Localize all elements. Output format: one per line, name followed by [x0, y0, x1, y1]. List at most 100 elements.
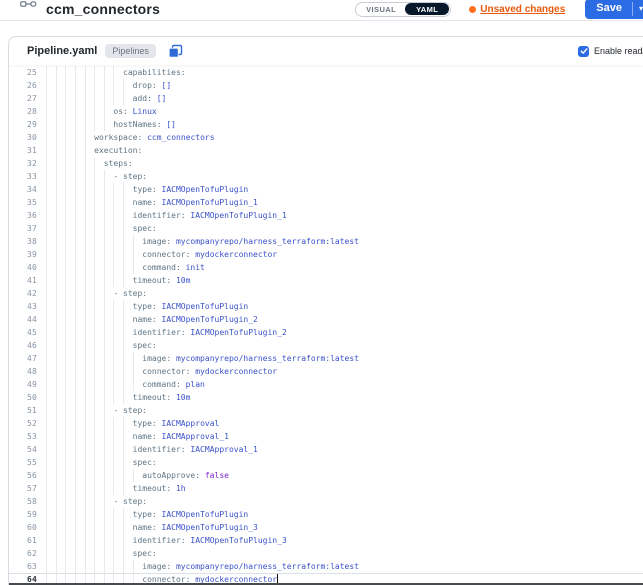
code-line[interactable]: 48connector: mydockerconnector [9, 365, 643, 378]
yaml-key: image: [142, 354, 171, 363]
tab-pipeline-yaml[interactable]: Pipeline.yaml [27, 45, 97, 57]
indent-guide [75, 378, 85, 391]
code-line[interactable]: 29hostNames: [] [9, 118, 643, 131]
save-dropdown-chevron-icon[interactable]: ▾ [633, 0, 643, 19]
indent-guide [56, 170, 66, 183]
indent-guide [133, 261, 143, 274]
indent-guide [56, 378, 66, 391]
copy-icon[interactable] [168, 44, 183, 59]
code-line[interactable]: 59type: IACMOpenTofuPlugin [9, 508, 643, 521]
indent-guide [94, 521, 104, 534]
code-line[interactable]: 53name: IACMApproval_1 [9, 430, 643, 443]
save-button[interactable]: Save [585, 0, 632, 19]
indent-guide [85, 469, 95, 482]
indent-guide [113, 339, 123, 352]
indent-guide [56, 547, 66, 560]
indent-guide [133, 235, 143, 248]
enable-read-checkbox[interactable] [578, 46, 589, 57]
code-line[interactable]: 41timeout: 10m [9, 274, 643, 287]
indent-guide [123, 521, 133, 534]
code-line[interactable]: 61identifier: IACMOpenTofuPlugin_3 [9, 534, 643, 547]
code-line[interactable]: 55spec: [9, 456, 643, 469]
indent-guide [46, 521, 56, 534]
code-line[interactable]: 27add: [] [9, 92, 643, 105]
code-line[interactable]: 38image: mycompanyrepo/harness_terraform… [9, 235, 643, 248]
line-number: 32 [9, 157, 37, 170]
yaml-key: image: [142, 237, 171, 246]
code-line[interactable]: 60name: IACMOpenTofuPlugin_3 [9, 521, 643, 534]
indent-guide [113, 417, 123, 430]
code-line[interactable]: 54identifier: IACMApproval_1 [9, 443, 643, 456]
code-line[interactable]: 34type: IACMOpenTofuPlugin [9, 183, 643, 196]
code-line[interactable]: 49command: plan [9, 378, 643, 391]
toggle-yaml[interactable]: YAML [405, 3, 449, 15]
code-line[interactable]: 44name: IACMOpenTofuPlugin_2 [9, 313, 643, 326]
yaml-value: mydockerconnector [190, 367, 277, 376]
indent-guide [75, 183, 85, 196]
code-line[interactable]: 37spec: [9, 222, 643, 235]
code-text: - step: [46, 287, 147, 300]
code-line[interactable]: 51- step: [9, 404, 643, 417]
code-line[interactable]: 31execution: [9, 144, 643, 157]
indent-guide [104, 79, 114, 92]
yaml-value: mydockerconnector [190, 250, 277, 259]
indent-guide [113, 183, 123, 196]
yaml-key: identifier: [133, 328, 186, 337]
indent-guide [123, 547, 133, 560]
indent-guide [75, 365, 85, 378]
indent-guide [123, 313, 133, 326]
indent-guide [94, 170, 104, 183]
indent-guide [123, 326, 133, 339]
code-line[interactable]: 62spec: [9, 547, 643, 560]
code-line[interactable]: 36identifier: IACMOpenTofuPlugin_1 [9, 209, 643, 222]
code-line[interactable]: 47image: mycompanyrepo/harness_terraform… [9, 352, 643, 365]
code-text: connector: mydockerconnector [46, 365, 277, 378]
indent-guide [46, 469, 56, 482]
code-lines: 25capabilities:26drop: []27add: []28os: … [9, 66, 643, 585]
code-line[interactable]: 40command: init [9, 261, 643, 274]
yaml-key: step: [123, 289, 147, 298]
indent-guide [46, 456, 56, 469]
indent-guide [46, 287, 56, 300]
code-line[interactable]: 52type: IACMApproval [9, 417, 643, 430]
line-number: 28 [9, 105, 37, 118]
indent-guide [65, 92, 75, 105]
code-line[interactable]: 45identifier: IACMOpenTofuPlugin_2 [9, 326, 643, 339]
code-line[interactable]: 39connector: mydockerconnector [9, 248, 643, 261]
line-number: 40 [9, 261, 37, 274]
indent-guide [104, 222, 114, 235]
yaml-key: add: [133, 94, 152, 103]
yaml-key: name: [133, 315, 157, 324]
code-line[interactable]: 43type: IACMOpenTofuPlugin [9, 300, 643, 313]
indent-guide [85, 157, 95, 170]
code-line[interactable]: 26drop: [] [9, 79, 643, 92]
indent-guide [46, 404, 56, 417]
code-line[interactable]: 33- step: [9, 170, 643, 183]
yaml-code-editor[interactable]: 25capabilities:26drop: []27add: []28os: … [9, 65, 643, 585]
unsaved-changes-link[interactable]: Unsaved changes [469, 4, 565, 15]
indent-guide [46, 248, 56, 261]
code-line[interactable]: 25capabilities: [9, 66, 643, 79]
indent-guide [46, 261, 56, 274]
code-line[interactable]: 58- step: [9, 495, 643, 508]
toggle-visual[interactable]: VISUAL [357, 4, 405, 15]
code-line[interactable]: 46spec: [9, 339, 643, 352]
pipeline-icon [20, 1, 37, 15]
indent-guide [65, 547, 75, 560]
yaml-key: timeout: [133, 276, 172, 285]
yaml-key: type: [133, 302, 157, 311]
code-line[interactable]: 35name: IACMOpenTofuPlugin_1 [9, 196, 643, 209]
code-line[interactable]: 50timeout: 10m [9, 391, 643, 404]
code-line[interactable]: 30workspace: ccm_connectors [9, 131, 643, 144]
code-line[interactable]: 63image: mycompanyrepo/harness_terraform… [9, 560, 643, 573]
code-line[interactable]: 56autoApprove: false [9, 469, 643, 482]
code-line[interactable]: 32steps: [9, 157, 643, 170]
indent-guide [94, 183, 104, 196]
yaml-key: os: [113, 107, 127, 116]
code-line[interactable]: 57timeout: 1h [9, 482, 643, 495]
indent-guide [85, 495, 95, 508]
indent-guide [104, 547, 114, 560]
code-line[interactable]: 42- step: [9, 287, 643, 300]
indent-guide [85, 79, 95, 92]
code-line[interactable]: 28os: Linux [9, 105, 643, 118]
